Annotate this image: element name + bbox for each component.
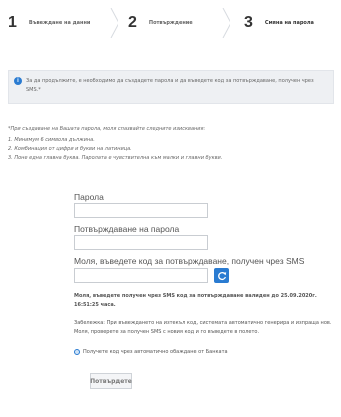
submit-button[interactable]: Потвърдете (90, 373, 132, 389)
info-text: За да продължите, е необходимо да създад… (26, 78, 314, 93)
password-input[interactable] (74, 203, 208, 218)
requirement-item: 1. Минимум 6 символа дължина. (8, 137, 95, 143)
requirement-item: 2. Комбинация от цифри и букви на латини… (8, 146, 132, 152)
step-3-label: Смяна на парола (264, 20, 314, 26)
password-label: Парола (74, 192, 104, 202)
info-icon: i (14, 77, 22, 85)
sms-code-label: Моля, въведете код за потвърждаване, пол… (74, 256, 305, 266)
step-1: 1 Въвеждане на данни (0, 8, 116, 38)
confirm-password-input[interactable] (74, 235, 208, 250)
wizard-steps: 1 Въвеждане на данни 2 Потвърждение 3 См… (0, 0, 341, 44)
radio-button[interactable] (74, 349, 80, 355)
sms-validity-note: Моля, въведете получен чрез SMS код за п… (74, 293, 317, 308)
requirements-intro: *При създаване на Вашата парола, моля сп… (8, 126, 206, 132)
refresh-icon (217, 271, 226, 280)
step-2: 2 Потвърждение (118, 8, 228, 38)
step-3: 3 Смяна на парола (230, 8, 341, 38)
step-2-number: 2 (128, 14, 137, 31)
password-requirements: *При създаване на Вашата парола, моля сп… (8, 125, 338, 163)
expired-code-remark: Забележка: При въвеждането на изтекъл ко… (74, 320, 332, 335)
voice-call-option[interactable]: Получете код чрез автоматично обаждане о… (74, 349, 228, 355)
refresh-code-button[interactable] (214, 268, 229, 283)
step-3-number: 3 (244, 14, 253, 31)
step-2-label: Потвърждение (148, 20, 193, 26)
voice-call-label: Получете код чрез автоматично обаждане о… (83, 349, 228, 355)
step-1-label: Въвеждане на данни (28, 20, 91, 26)
info-message: i За да продължите, е необходимо да създ… (8, 70, 334, 104)
confirm-password-label: Потвърждаване на парола (74, 224, 180, 234)
requirement-item: 3. Поне една главна буква. Паролата е чу… (8, 155, 223, 161)
step-1-number: 1 (8, 14, 17, 31)
sms-code-input[interactable] (74, 268, 208, 283)
